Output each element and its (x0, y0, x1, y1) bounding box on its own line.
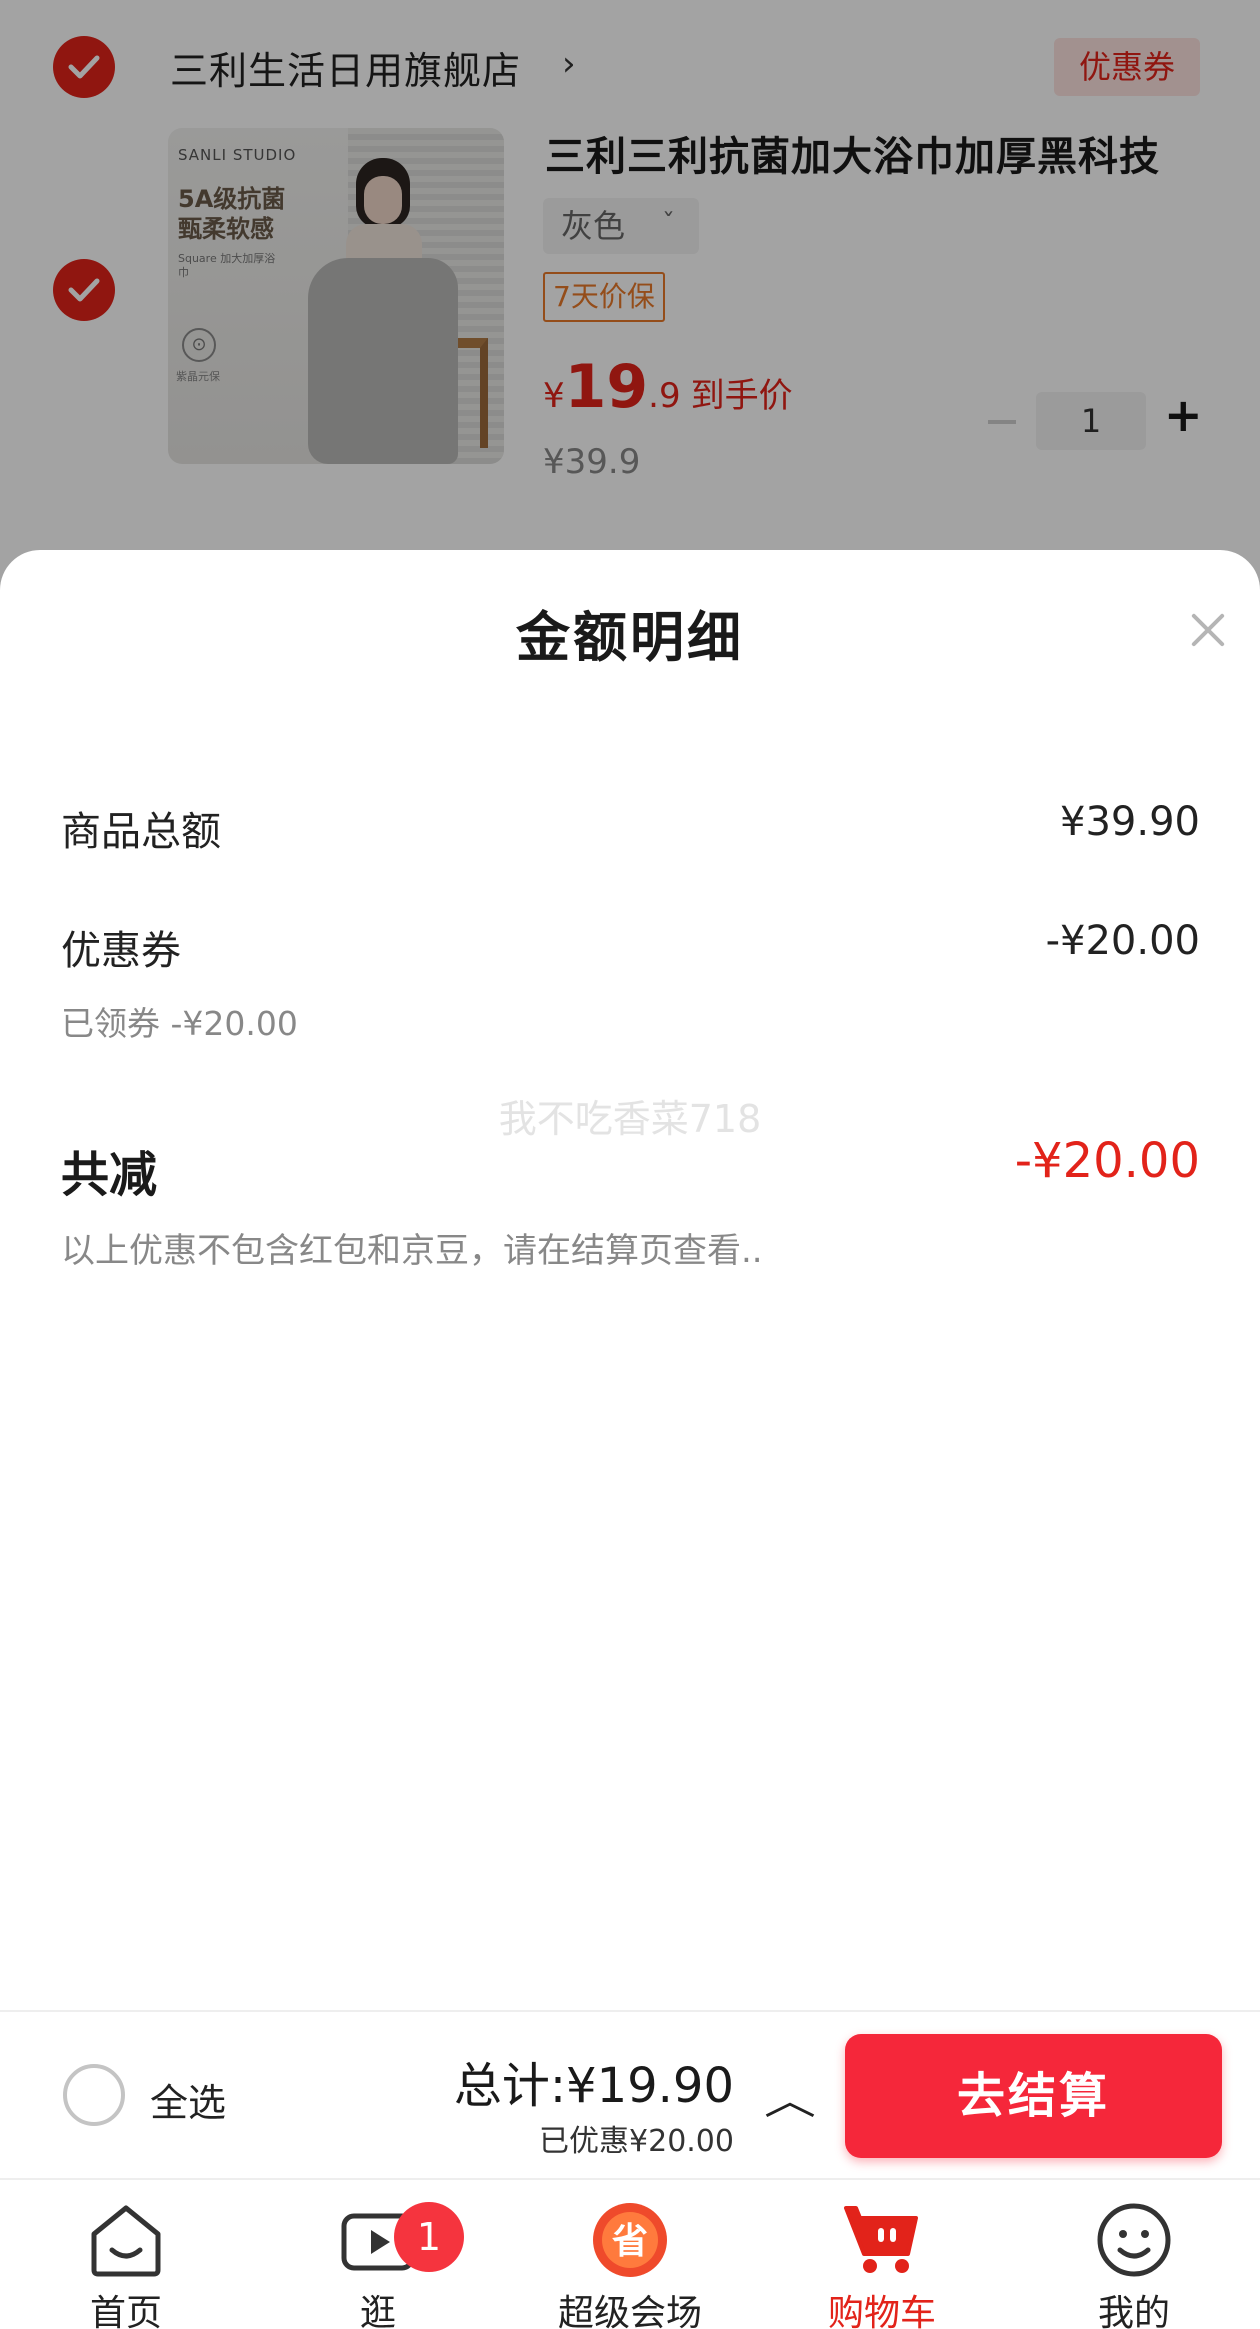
coupon-detail: 已领券 -¥20.00 (61, 1004, 298, 1043)
profile-icon (1097, 2203, 1171, 2277)
tab-profile[interactable]: 我的 (1034, 2180, 1234, 2329)
tab-cart[interactable]: 购物车 (782, 2180, 982, 2329)
goods-total-value: ¥39.90 (1060, 799, 1200, 845)
total-discount-value: -¥20.00 (1014, 1133, 1200, 1189)
modal-overlay[interactable] (0, 0, 1260, 620)
tab-bar: 首页 逛 1 省 超级会场 购物车 我的 (0, 2178, 1260, 2329)
cart-icon (844, 2206, 918, 2273)
tab-super-venue[interactable]: 省 超级会场 (530, 2180, 730, 2329)
tab-super-venue-label: 超级会场 (557, 2293, 702, 2329)
chevron-up-icon[interactable]: ︿ (764, 2068, 816, 2126)
tab-cart-label: 购物车 (827, 2293, 936, 2329)
select-all-label[interactable]: 全选 (150, 2072, 226, 2127)
amount-detail-sheet: 金额明细 商品总额 ¥39.90 优惠券 -¥20.00 已领券 -¥20.00… (0, 550, 1260, 2010)
goods-total-label: 商品总额 (61, 809, 221, 855)
coupon-value: -¥20.00 (1045, 918, 1200, 964)
tab-home[interactable]: 首页 (26, 2180, 226, 2329)
total-discount-label: 共减 (61, 1147, 158, 1203)
close-icon[interactable] (1188, 610, 1228, 650)
discount-amount: 已优惠¥20.00 (539, 2124, 734, 2159)
sheet-title: 金额明细 (516, 606, 744, 669)
checkout-button[interactable]: 去结算 (845, 2034, 1222, 2158)
checkout-bar: 全选 总计:¥19.90 已优惠¥20.00 ︿ 去结算 (0, 2010, 1260, 2178)
tab-explore-label: 逛 (359, 2293, 396, 2329)
notification-badge: 1 (394, 2202, 464, 2272)
svg-text:省: 省 (612, 2221, 648, 2262)
home-icon (91, 2205, 161, 2277)
discount-note: 以上优惠不包含红包和京豆，请在结算页查看.. (61, 1231, 763, 1271)
coupon-label: 优惠券 (61, 928, 181, 974)
tab-home-label: 首页 (89, 2293, 162, 2329)
super-venue-icon: 省 (593, 2203, 667, 2277)
tab-profile-label: 我的 (1097, 2293, 1170, 2329)
select-all-checkbox[interactable] (63, 2064, 125, 2126)
total-amount: 总计:¥19.90 (453, 2058, 734, 2114)
